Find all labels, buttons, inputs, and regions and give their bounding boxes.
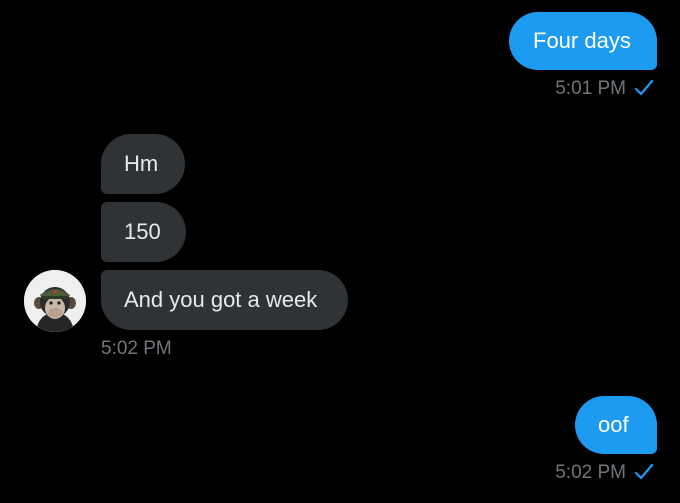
incoming-message-bubble[interactable]: 150 — [101, 202, 186, 262]
chimpanzee-avatar-icon — [24, 270, 86, 332]
sender-avatar[interactable] — [24, 270, 86, 332]
message-text: oof — [598, 412, 629, 437]
check-icon — [634, 79, 654, 96]
outgoing-message-bubble[interactable]: Four days — [509, 12, 657, 70]
incoming-message-bubble[interactable]: And you got a week — [101, 270, 348, 330]
message-meta: 5:02 PM — [101, 339, 172, 358]
message-text: Hm — [124, 151, 159, 176]
check-icon — [634, 463, 654, 480]
timestamp: 5:02 PM — [101, 338, 172, 359]
message-text: 150 — [124, 219, 161, 244]
outgoing-message-bubble[interactable]: oof — [575, 396, 657, 454]
timestamp: 5:02 PM — [555, 461, 626, 483]
message-text: And you got a week — [124, 287, 318, 312]
message-text: Four days — [533, 28, 631, 53]
incoming-message-bubble[interactable]: Hm — [101, 134, 185, 194]
message-meta: 5:01 PM — [555, 78, 654, 98]
message-meta: 5:02 PM — [555, 462, 654, 482]
timestamp: 5:01 PM — [555, 77, 626, 99]
conversation-thread: Four days 5:01 PM Hm 150 And you got a w… — [0, 0, 680, 503]
